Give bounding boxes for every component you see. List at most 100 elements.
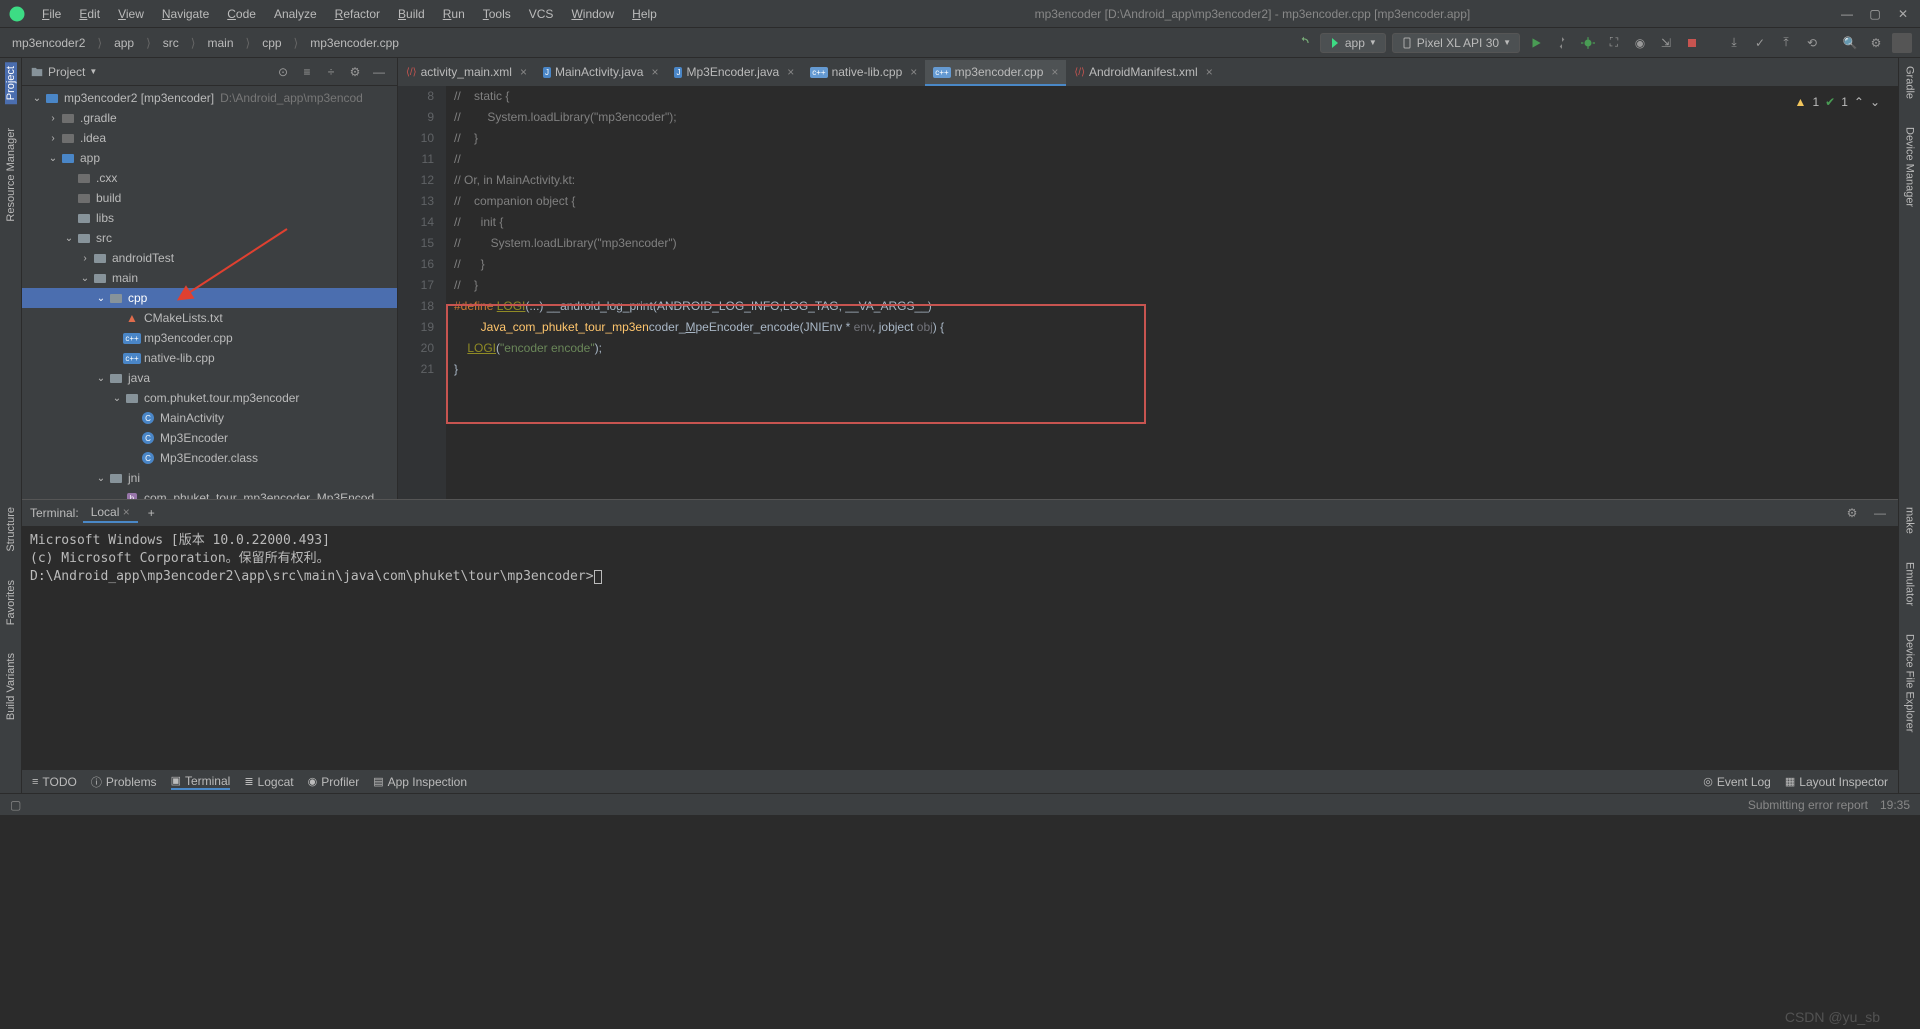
terminal-hide-icon[interactable]: — [1870, 503, 1890, 523]
tool-logcat[interactable]: ≣ Logcat [244, 775, 293, 789]
run-button[interactable] [1526, 33, 1546, 53]
tree-node-mp3encoder-class[interactable]: CMp3Encoder.class [22, 448, 397, 468]
stop-button[interactable] [1682, 33, 1702, 53]
tool-profiler[interactable]: ◉ Profiler [308, 775, 360, 789]
menu-edit[interactable]: Edit [71, 3, 108, 25]
code-editor[interactable]: 89101112131415161718192021 // static {//… [398, 86, 1898, 499]
git-history-button[interactable]: ⟲ [1802, 33, 1822, 53]
menu-window[interactable]: Window [563, 3, 622, 25]
tool-device-file-explorer[interactable]: Device File Explorer [1904, 630, 1916, 736]
menu-run[interactable]: Run [435, 3, 473, 25]
tool-project[interactable]: Project [5, 62, 17, 104]
close-icon[interactable]: × [651, 65, 658, 79]
avatar-button[interactable] [1892, 33, 1912, 53]
sync-icon[interactable] [1294, 33, 1314, 53]
editor-tab-native-lib-cpp[interactable]: c++native-lib.cpp× [802, 60, 925, 86]
breadcrumb-1[interactable]: app [110, 34, 138, 52]
project-view-selector[interactable]: Project ▼ [30, 65, 267, 79]
editor-tab-mp3encoder-java[interactable]: JMp3Encoder.java× [666, 60, 802, 86]
project-tree[interactable]: ⌄mp3encoder2 [mp3encoder]D:\Android_app\… [22, 86, 397, 499]
tool-layout-inspector[interactable]: ▦ Layout Inspector [1785, 775, 1888, 789]
tree-node-cpp[interactable]: ⌄cpp [22, 288, 397, 308]
tree-node-com-phuket-tour-mp3encoder[interactable]: ⌄com.phuket.tour.mp3encoder [22, 388, 397, 408]
device-selector[interactable]: Pixel XL API 30▼ [1392, 33, 1520, 53]
settings-button[interactable]: ⚙ [1866, 33, 1886, 53]
search-button[interactable]: 🔍 [1840, 33, 1860, 53]
close-icon[interactable]: × [910, 65, 917, 79]
close-icon[interactable]: × [520, 65, 527, 79]
tool-problems[interactable]: ⓘ Problems [91, 774, 157, 790]
status-quick-icon[interactable]: ▢ [10, 798, 21, 812]
terminal-tab-local[interactable]: Local × [83, 503, 138, 523]
editor-tab-mp3encoder-cpp[interactable]: c++mp3encoder.cpp× [925, 60, 1066, 86]
tree-node-main[interactable]: ⌄main [22, 268, 397, 288]
breadcrumb-3[interactable]: main [203, 34, 237, 52]
tree-node-native-lib-cpp[interactable]: c++native-lib.cpp [22, 348, 397, 368]
tool-favorites[interactable]: Favorites [5, 576, 17, 629]
new-terminal-tab[interactable]: + [142, 506, 161, 520]
close-icon[interactable]: × [1051, 65, 1058, 79]
tool-build-variants[interactable]: Build Variants [5, 649, 17, 724]
attach-debugger-button[interactable]: ⇲ [1656, 33, 1676, 53]
tool-terminal[interactable]: ▣ Terminal [171, 774, 231, 790]
menu-file[interactable]: File [34, 3, 69, 25]
tool-event-log[interactable]: ◎ Event Log [1703, 775, 1771, 789]
terminal-output[interactable]: Microsoft Windows [版本 10.0.22000.493] (c… [22, 526, 1898, 769]
menu-analyze[interactable]: Analyze [266, 3, 325, 25]
debug-button[interactable] [1578, 33, 1598, 53]
breadcrumbs[interactable]: mp3encoder2 app src main cpp mp3encoder.cpp [8, 34, 403, 52]
tree-node-mp3encoder-cpp[interactable]: c++mp3encoder.cpp [22, 328, 397, 348]
hide-icon[interactable]: — [369, 62, 389, 82]
tree-node-jni[interactable]: ⌄jni [22, 468, 397, 488]
tool-device-manager[interactable]: Device Manager [1904, 123, 1916, 211]
git-push-button[interactable]: ⤒ [1776, 33, 1796, 53]
tree-node-src[interactable]: ⌄src [22, 228, 397, 248]
tree-node-java[interactable]: ⌄java [22, 368, 397, 388]
close-icon[interactable]: × [1206, 65, 1213, 79]
breadcrumb-2[interactable]: src [159, 34, 183, 52]
menu-build[interactable]: Build [390, 3, 433, 25]
tool-emulator[interactable]: Emulator [1904, 558, 1916, 610]
tool-gradle[interactable]: Gradle [1904, 62, 1916, 103]
tree-node-com-phuket-tour-mp3encoder-mp3encod[interactable]: hcom_phuket_tour_mp3encoder_Mp3Encod [22, 488, 397, 499]
tool-structure[interactable]: Structure [5, 503, 17, 556]
breadcrumb-4[interactable]: cpp [258, 34, 285, 52]
tree-node-libs[interactable]: libs [22, 208, 397, 228]
tree-node-mp3encoder2--mp3encoder-[interactable]: ⌄mp3encoder2 [mp3encoder]D:\Android_app\… [22, 88, 397, 108]
maximize-button[interactable]: ▢ [1868, 7, 1882, 21]
profiler-button[interactable]: ◉ [1630, 33, 1650, 53]
settings-icon[interactable]: ⚙ [345, 62, 365, 82]
tree-node-build[interactable]: build [22, 188, 397, 208]
tool-resource-manager[interactable]: Resource Manager [5, 124, 17, 226]
tree-node-app[interactable]: ⌄app [22, 148, 397, 168]
close-icon[interactable]: × [787, 65, 794, 79]
close-button[interactable]: ✕ [1896, 7, 1910, 21]
menu-view[interactable]: View [110, 3, 152, 25]
tool-todo[interactable]: ≡ TODO [32, 775, 77, 789]
menu-tools[interactable]: Tools [475, 3, 519, 25]
editor-tab-mainactivity-java[interactable]: JMainActivity.java× [535, 60, 667, 86]
breadcrumb-0[interactable]: mp3encoder2 [8, 34, 89, 52]
coverage-button[interactable]: ⛶ [1604, 33, 1624, 53]
editor-tab-activity-main-xml[interactable]: ⟨/⟩activity_main.xml× [398, 60, 535, 86]
terminal-settings-icon[interactable]: ⚙ [1842, 503, 1862, 523]
close-icon[interactable]: × [123, 505, 130, 519]
tree-node-cmakelists-txt[interactable]: ▲CMakeLists.txt [22, 308, 397, 328]
collapse-all-icon[interactable]: ÷ [321, 62, 341, 82]
tree-node--gradle[interactable]: ›.gradle [22, 108, 397, 128]
menu-help[interactable]: Help [624, 3, 665, 25]
menu-refactor[interactable]: Refactor [327, 3, 388, 25]
tool-app-inspection[interactable]: ▤ App Inspection [373, 775, 467, 789]
git-update-button[interactable]: ⤓ [1724, 33, 1744, 53]
menu-code[interactable]: Code [219, 3, 264, 25]
tree-node-mp3encoder[interactable]: CMp3Encoder [22, 428, 397, 448]
select-opened-file-icon[interactable]: ⊙ [273, 62, 293, 82]
minimize-button[interactable]: — [1840, 7, 1854, 21]
expand-all-icon[interactable]: ≡ [297, 62, 317, 82]
editor-tab-androidmanifest-xml[interactable]: ⟨/⟩AndroidManifest.xml× [1066, 60, 1220, 86]
tree-node-mainactivity[interactable]: CMainActivity [22, 408, 397, 428]
run-config-selector[interactable]: app▼ [1320, 33, 1386, 53]
tree-node--idea[interactable]: ›.idea [22, 128, 397, 148]
tool-make[interactable]: make [1904, 503, 1916, 538]
breadcrumb-5[interactable]: mp3encoder.cpp [306, 34, 403, 52]
